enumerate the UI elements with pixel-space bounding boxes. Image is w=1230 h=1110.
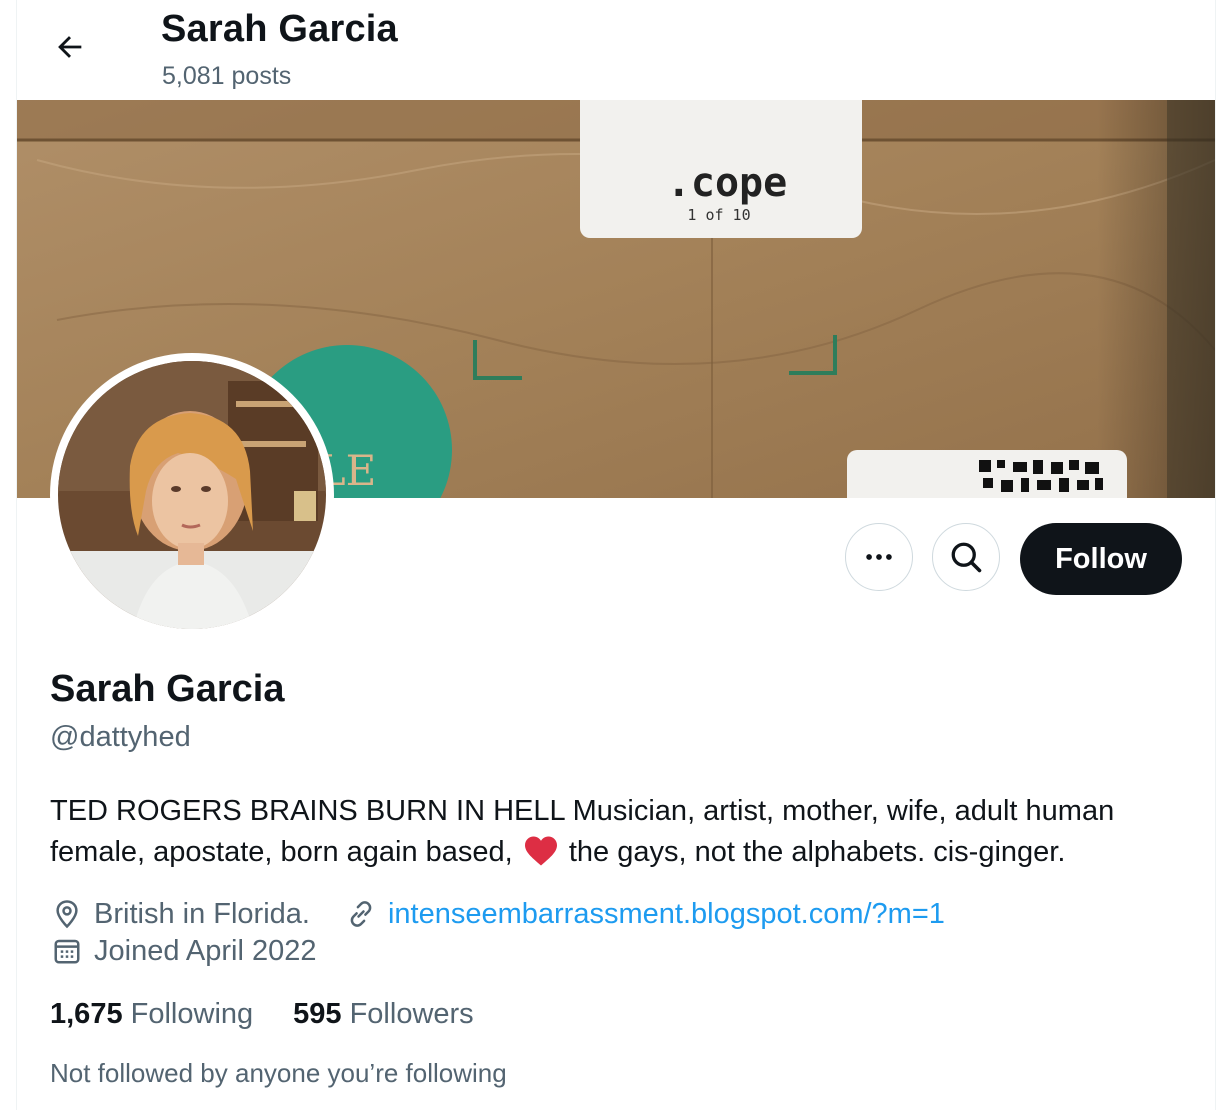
profile-meta-row: British in Florida. intenseembarrassment… xyxy=(50,897,945,931)
profile-joined-date: Joined April 2022 xyxy=(94,934,317,967)
red-heart-icon xyxy=(524,836,557,866)
calendar-icon xyxy=(50,934,84,968)
arrow-left-icon xyxy=(58,36,82,58)
profile-website-link[interactable]: intenseembarrassment.blogspot.com/?m=1 xyxy=(388,898,945,931)
following-link[interactable]: 1,675 Following xyxy=(50,998,253,1031)
location-pin-icon xyxy=(50,897,84,931)
profile-joined-row: Joined April 2022 xyxy=(50,934,317,968)
header-post-count: 5,081 posts xyxy=(162,62,292,90)
followed-by-note: Not followed by anyone you’re following xyxy=(50,1058,507,1088)
followers-link[interactable]: 595 Followers xyxy=(293,998,474,1031)
header-name: Sarah Garcia xyxy=(161,8,398,50)
follow-button[interactable]: Follow xyxy=(1020,523,1182,595)
profile-name: Sarah Garcia xyxy=(50,668,285,710)
following-label: Following xyxy=(130,998,254,1030)
profile-header-bar: Sarah Garcia 5,081 posts xyxy=(17,0,1215,100)
banner-label-text: .cope xyxy=(667,160,787,206)
profile-location: British in Florida. xyxy=(94,897,310,930)
search-icon xyxy=(951,542,982,573)
followers-count: 595 xyxy=(293,998,342,1030)
profile-page: Sarah Garcia 5,081 posts .cope 1 of 10 L… xyxy=(16,0,1216,1110)
followers-label: Followers xyxy=(349,998,474,1030)
banner-label-sub: 1 of 10 xyxy=(687,206,750,224)
back-button[interactable] xyxy=(47,24,93,70)
more-horizontal-icon xyxy=(866,554,892,560)
avatar-image xyxy=(58,361,326,629)
profile-bio: TED ROGERS BRAINS BURN IN HELL Musician,… xyxy=(50,791,1180,873)
following-count: 1,675 xyxy=(50,998,123,1030)
search-posts-button[interactable] xyxy=(932,523,1000,591)
profile-stats: 1,675 Following 595 Followers xyxy=(50,998,514,1031)
profile-handle: @dattyhed xyxy=(50,721,191,753)
bio-text-part2: the gays, not the alphabets. cis-ginger. xyxy=(568,836,1066,868)
link-icon xyxy=(344,897,378,931)
avatar[interactable] xyxy=(50,353,334,637)
more-options-button[interactable] xyxy=(845,523,913,591)
